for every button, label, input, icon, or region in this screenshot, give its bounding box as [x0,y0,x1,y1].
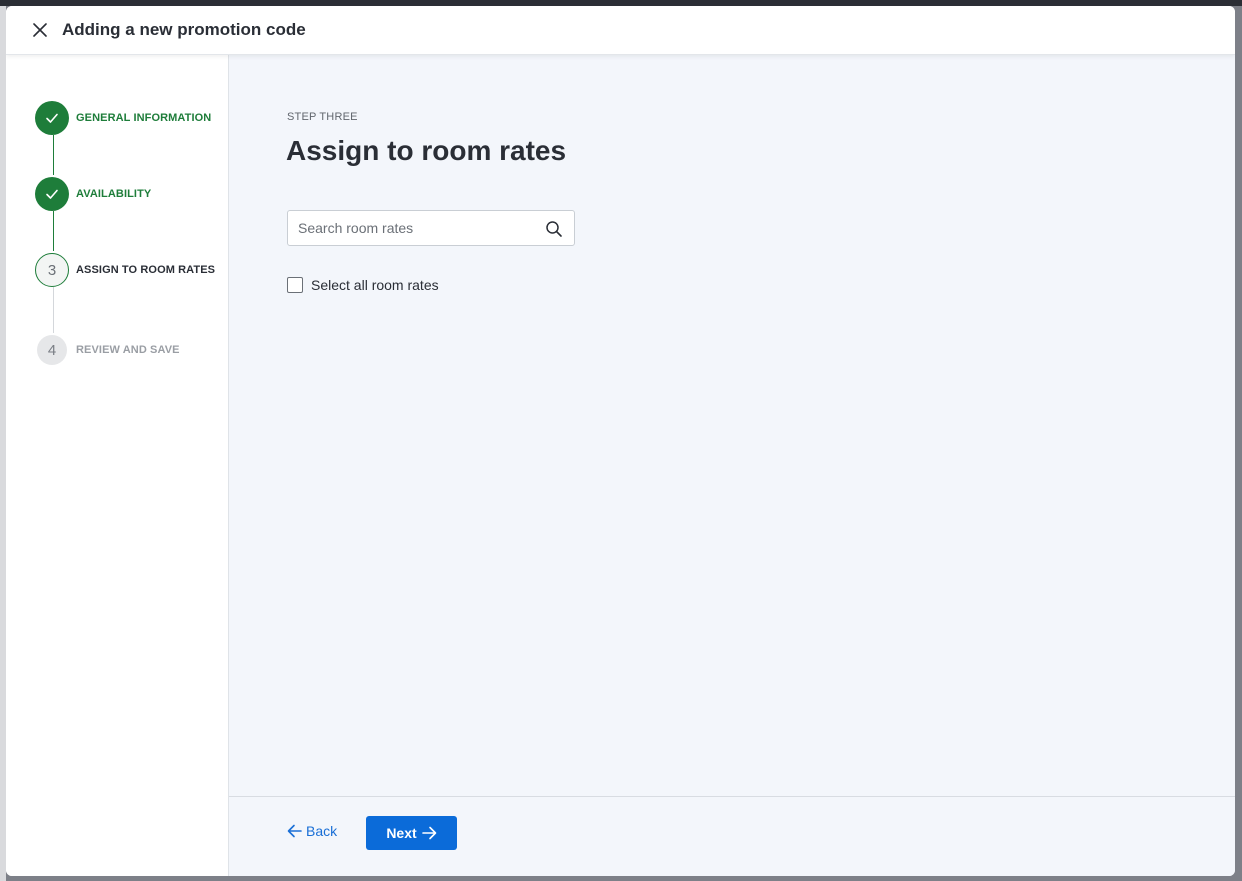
step-complete-indicator [35,101,69,135]
check-icon [46,113,58,123]
step-kicker: STEP THREE [287,111,358,123]
step-content: STEP THREE Assign to room rates Select a… [229,55,1235,796]
modal-footer: Back Next [229,796,1235,876]
step-complete-indicator [35,177,69,211]
back-label: Back [306,823,338,839]
modal-title: Adding a new promotion code [62,20,306,39]
select-all-checkbox[interactable] [287,277,303,293]
step-label: AVAILABILITY [76,188,152,200]
search-icon[interactable] [545,220,563,238]
page-title: Assign to room rates [286,135,567,166]
step-availability[interactable]: AVAILABILITY [35,177,151,211]
progress-stepper: GENERAL INFORMATION AVAILABILITY 3 ASSIG… [6,55,229,876]
select-all-room-rates[interactable]: Select all room rates [287,277,439,293]
step-connector [53,211,54,251]
step-connector [53,287,54,333]
back-button[interactable]: Back [287,823,337,839]
step-number: 4 [37,335,67,365]
step-label: ASSIGN TO ROOM RATES [76,264,216,276]
close-button[interactable] [30,20,50,40]
step-assign-to-room-rates[interactable]: 3 ASSIGN TO ROOM RATES [35,253,215,287]
arrow-left-icon [287,824,302,838]
next-button[interactable]: Next [366,816,457,850]
close-icon [33,23,47,37]
step-label: GENERAL INFORMATION [76,112,212,124]
search-input[interactable] [298,220,528,236]
select-all-label: Select all room rates [311,277,439,293]
next-label: Next [386,825,417,841]
step-connector [53,135,54,175]
step-label: REVIEW AND SAVE [76,344,180,356]
arrow-right-icon [421,826,436,840]
step-review-and-save: 4 REVIEW AND SAVE [35,335,180,365]
step-number: 3 [35,253,69,287]
step-general-information[interactable]: GENERAL INFORMATION [35,101,211,135]
search-room-rates[interactable] [287,210,575,246]
modal-header: Adding a new promotion code [6,6,1235,55]
promotion-code-modal: Adding a new promotion code GENERAL INFO… [6,6,1235,876]
check-icon [46,189,58,199]
